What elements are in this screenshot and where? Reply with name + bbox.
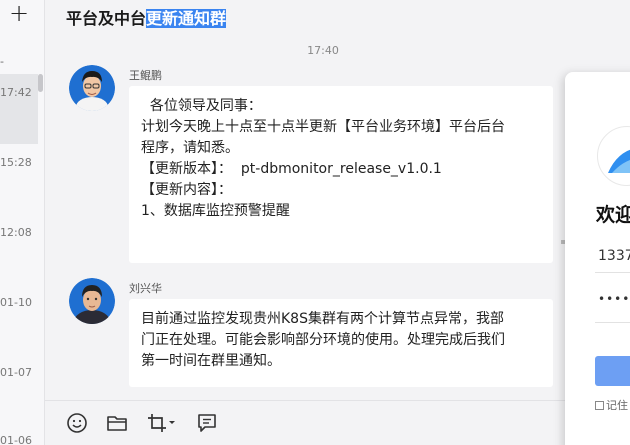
session-time[interactable]: 17:42 bbox=[0, 86, 32, 99]
chat-title-plain: 平台及中台 bbox=[66, 9, 147, 28]
login-panel: 欢迎 1337 •••••• 记住 bbox=[565, 72, 630, 445]
screenshot-button[interactable] bbox=[145, 411, 177, 435]
sender-name: 王鲲鹏 bbox=[129, 69, 162, 82]
password-input[interactable]: •••••• bbox=[598, 292, 630, 306]
avatar-photo-icon bbox=[69, 278, 115, 324]
message-line: 各位领导及同事： bbox=[141, 98, 262, 114]
session-time[interactable]: 01-06 bbox=[0, 434, 32, 445]
app-logo bbox=[597, 126, 630, 186]
chat-title[interactable]: 平台及中台更新通知群 bbox=[66, 5, 227, 29]
phone-input[interactable]: 1337 bbox=[598, 248, 630, 264]
session-scrollbar[interactable] bbox=[38, 74, 43, 92]
message-bubble[interactable]: 目前通过监控发现贵州K8S集群有两个计算节点异常，我部 门正在处理。可能会影响部… bbox=[129, 299, 553, 387]
message-area: 17:40 王鲲鹏 各位领导及同事： 计划今天晚上十点至十点半更新【平台业务环境… bbox=[45, 34, 565, 394]
sender-name: 刘兴华 bbox=[129, 282, 162, 295]
emoji-button[interactable] bbox=[65, 411, 89, 435]
session-time[interactable]: 01-07 bbox=[0, 366, 32, 379]
chat-history-button[interactable] bbox=[195, 411, 219, 435]
app-logo-icon bbox=[608, 149, 630, 173]
input-divider bbox=[595, 322, 630, 323]
message-line: 计划今天晚上十点至十点半更新【平台业务环境】平台后台 bbox=[141, 119, 505, 135]
session-item-selected[interactable] bbox=[0, 74, 38, 144]
avatar-photo-icon bbox=[69, 65, 115, 111]
input-toolbar bbox=[45, 400, 565, 445]
session-time[interactable]: 01-10 bbox=[0, 296, 32, 309]
message-line: 第一时间在群里通知。 bbox=[141, 353, 281, 369]
folder-icon bbox=[107, 416, 127, 431]
login-button[interactable] bbox=[595, 356, 630, 386]
session-time[interactable]: 12:08 bbox=[0, 226, 32, 239]
message-line: 门正在处理。可能会影响部分环境的使用。处理完成后我们 bbox=[141, 332, 505, 348]
session-time[interactable]: 15:28 bbox=[0, 156, 32, 169]
avatar[interactable] bbox=[69, 278, 115, 324]
login-welcome-text: 欢迎 bbox=[596, 204, 630, 226]
chat-history-icon bbox=[198, 414, 216, 432]
chat-header: 平台及中台更新通知群 bbox=[45, 0, 630, 34]
input-divider bbox=[595, 272, 630, 273]
message-line: 【更新内容】： bbox=[141, 182, 232, 198]
message-line: 【更新版本】： pt-dbmonitor_release_v1.0.1 bbox=[141, 161, 442, 177]
remember-checkbox[interactable]: 记住 bbox=[595, 397, 628, 413]
remember-label: 记住 bbox=[606, 399, 628, 412]
message-timestamp: 17:40 bbox=[307, 44, 339, 57]
message-bubble[interactable]: 各位领导及同事： 计划今天晚上十点至十点半更新【平台业务环境】平台后台 程序，请… bbox=[129, 86, 553, 263]
add-button[interactable]: + bbox=[2, 0, 36, 28]
session-list: + - 17:42 15:28 12:08 01-10 01-07 01-06 bbox=[0, 0, 45, 445]
screenshot-crop-icon bbox=[148, 414, 175, 432]
message-line: 程序，请知悉。 bbox=[141, 140, 239, 156]
sidebar-dash: - bbox=[0, 55, 4, 68]
message-line: 1、数据库监控预警提醒 bbox=[141, 203, 290, 219]
file-button[interactable] bbox=[105, 411, 129, 435]
emoji-icon bbox=[67, 413, 87, 433]
message-line: 目前通过监控发现贵州K8S集群有两个计算节点异常，我部 bbox=[141, 311, 504, 327]
chat-title-selected: 更新通知群 bbox=[146, 9, 227, 28]
checkbox-icon bbox=[595, 401, 604, 410]
avatar[interactable] bbox=[69, 65, 115, 111]
